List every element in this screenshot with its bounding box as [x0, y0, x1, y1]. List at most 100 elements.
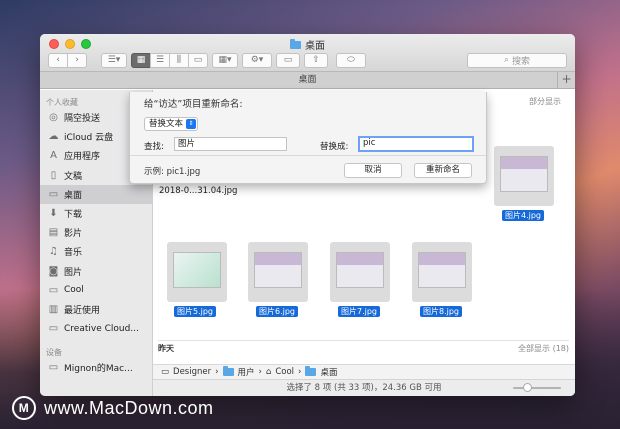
- file-name-label[interactable]: 图片7.jpg: [338, 306, 381, 317]
- icon-view-button[interactable]: ▦: [131, 52, 151, 68]
- back-button[interactable]: ‹: [48, 52, 68, 68]
- path-item[interactable]: 用户: [238, 366, 255, 378]
- partial-show-link[interactable]: 部分显示: [529, 96, 561, 107]
- new-tab-button[interactable]: +: [557, 72, 575, 88]
- sidebar-toggle-button[interactable]: ☰▾: [101, 52, 127, 68]
- rename-button[interactable]: 重新命名: [414, 163, 472, 178]
- rename-mode-value: 替换文本: [149, 119, 184, 129]
- chevron-right-icon: ›: [258, 367, 262, 377]
- forward-button[interactable]: ›: [67, 52, 87, 68]
- sidebar-item-cool[interactable]: ▭ Cool: [40, 281, 152, 300]
- file-thumbnail[interactable]: [412, 242, 472, 302]
- share-button[interactable]: ⇧: [304, 52, 328, 68]
- show-all-link[interactable]: 全部显示 (18): [518, 343, 569, 354]
- cancel-button[interactable]: 取消: [344, 163, 402, 178]
- logo-letter: M: [18, 401, 30, 415]
- download-icon: ⬇: [49, 208, 58, 220]
- section-title: 昨天: [158, 344, 174, 353]
- finder-window: 桌面 ‹ › ☰▾ ▦ ☰ ⫼ ▭ ▦▾ ⚙▾ ▭ ⇧ ⬭ ⌕ 搜索 桌面 + …: [40, 34, 575, 396]
- sidebar-item-label: 图片: [64, 267, 83, 278]
- share-icon: ⇧: [312, 55, 320, 65]
- sidebar-item-desktop[interactable]: ▭ 桌面: [40, 184, 152, 204]
- sidebar-item-creative-cloud[interactable]: ▭ Creative Cloud...: [40, 319, 152, 338]
- sidebar-item-label: iCloud 云盘: [64, 133, 114, 144]
- image-thumbnail: [173, 252, 221, 288]
- file-thumbnail[interactable]: [167, 242, 227, 302]
- replace-label: 替换成:: [320, 142, 349, 152]
- chevron-right-icon: ›: [215, 367, 219, 377]
- film-icon: ▤: [48, 227, 59, 239]
- path-item[interactable]: Designer: [173, 367, 211, 377]
- recent-icon: ▥: [48, 303, 59, 315]
- sidebar-item-movies[interactable]: ▤ 影片: [40, 223, 152, 242]
- file-name-label[interactable]: 图片6.jpg: [256, 306, 299, 317]
- sidebar-item-mac[interactable]: ▭ Mignon的Mac...: [40, 358, 152, 377]
- file-name-label[interactable]: 图片4.jpg: [502, 210, 545, 221]
- replace-field[interactable]: pic: [358, 136, 474, 152]
- sidebar-item-label: 桌面: [64, 190, 83, 201]
- music-icon: ♫: [49, 246, 58, 258]
- sidebar-item-label: 文稿: [64, 171, 83, 182]
- slider-knob[interactable]: [523, 383, 532, 392]
- file-name-label[interactable]: 图片5.jpg: [174, 306, 217, 317]
- rename-sheet: 给“访达”项目重新命名: 替换文本 ⇕ 查找: 图片 替换成: pic 示例: …: [129, 92, 487, 184]
- sheet-title: 给“访达”项目重新命名:: [144, 99, 243, 110]
- find-label: 查找:: [144, 142, 164, 152]
- action-button[interactable]: ⚙▾: [242, 52, 272, 68]
- macdown-logo-icon: M: [12, 396, 36, 420]
- list-view-button[interactable]: ☰: [150, 52, 170, 68]
- chevron-right-icon: ›: [298, 367, 302, 377]
- folder-icon: [290, 38, 301, 49]
- watermark: M www.MacDown.com: [12, 396, 214, 420]
- gear-icon: ⚙▾: [250, 55, 264, 65]
- sidebar-item-label: Mignon的Mac...: [64, 364, 133, 375]
- plus-icon: +: [561, 72, 572, 86]
- image-thumbnail: [254, 252, 302, 288]
- camera-icon: ◙: [48, 265, 59, 277]
- find-field[interactable]: 图片: [174, 137, 287, 151]
- rename-example: 示例: pic1.jpg: [144, 167, 201, 177]
- rename-button-label: 重新命名: [425, 165, 460, 175]
- search-input[interactable]: ⌕ 搜索: [467, 52, 567, 68]
- file-thumbnail[interactable]: [494, 146, 554, 206]
- columns-icon: ⫼: [176, 55, 182, 65]
- sidebar-item-label: 音乐: [64, 248, 83, 259]
- toolbar: ‹ › ☰▾ ▦ ☰ ⫼ ▭ ▦▾ ⚙▾ ▭ ⇧ ⬭ ⌕ 搜索: [48, 52, 567, 68]
- file-name-label[interactable]: 2018-0...31.04.jpg: [159, 186, 237, 196]
- path-item[interactable]: 桌面: [320, 366, 337, 378]
- nav-buttons: ‹ ›: [48, 52, 87, 68]
- home-icon: ⌂: [265, 367, 272, 377]
- column-view-button[interactable]: ⫼: [169, 52, 189, 68]
- folder-icon: [222, 366, 234, 376]
- status-bar: 选择了 8 项 (共 33 项)，24.36 GB 可用: [153, 379, 575, 396]
- file-thumbnail[interactable]: [248, 242, 308, 302]
- applications-icon: A: [50, 150, 57, 162]
- search-placeholder: 搜索: [512, 56, 531, 67]
- view-mode-segment: ▦ ☰ ⫼ ▭: [131, 52, 208, 68]
- icon-size-slider[interactable]: [513, 383, 561, 392]
- sidebar-item-recents[interactable]: ▥ 最近使用: [40, 300, 152, 319]
- tag-button[interactable]: ⬭: [336, 52, 366, 68]
- sidebar-item-downloads[interactable]: ⬇ 下载: [40, 204, 152, 223]
- rename-mode-popup[interactable]: 替换文本 ⇕: [144, 117, 198, 131]
- sidebar-item-pictures[interactable]: ◙ 图片: [40, 262, 152, 281]
- grid-icon: ▦: [136, 55, 146, 65]
- file-name-label[interactable]: 图片8.jpg: [420, 306, 463, 317]
- list-menu-icon: ☰▾: [107, 55, 121, 65]
- group-button[interactable]: ▦▾: [212, 52, 238, 68]
- desktop-icon: ▭: [48, 188, 59, 200]
- new-folder-button[interactable]: ▭: [276, 52, 300, 68]
- file-thumbnail[interactable]: [330, 242, 390, 302]
- gallery-view-button[interactable]: ▭: [188, 52, 208, 68]
- sidebar-item-label: 下载: [64, 210, 83, 221]
- airdrop-icon: ◎: [49, 112, 58, 124]
- chevron-right-icon: ›: [75, 55, 79, 65]
- path-item[interactable]: Cool: [275, 367, 294, 377]
- image-thumbnail: [336, 252, 384, 288]
- tab-title[interactable]: 桌面: [298, 75, 316, 85]
- sidebar-item-label: 隔空投送: [64, 114, 101, 125]
- sidebar-item-label: Cool: [64, 285, 84, 296]
- section-header-yesterday: 昨天 全部显示 (18): [158, 340, 569, 354]
- watermark-text: www.MacDown.com: [44, 397, 214, 418]
- sidebar-item-music[interactable]: ♫ 音乐: [40, 242, 152, 261]
